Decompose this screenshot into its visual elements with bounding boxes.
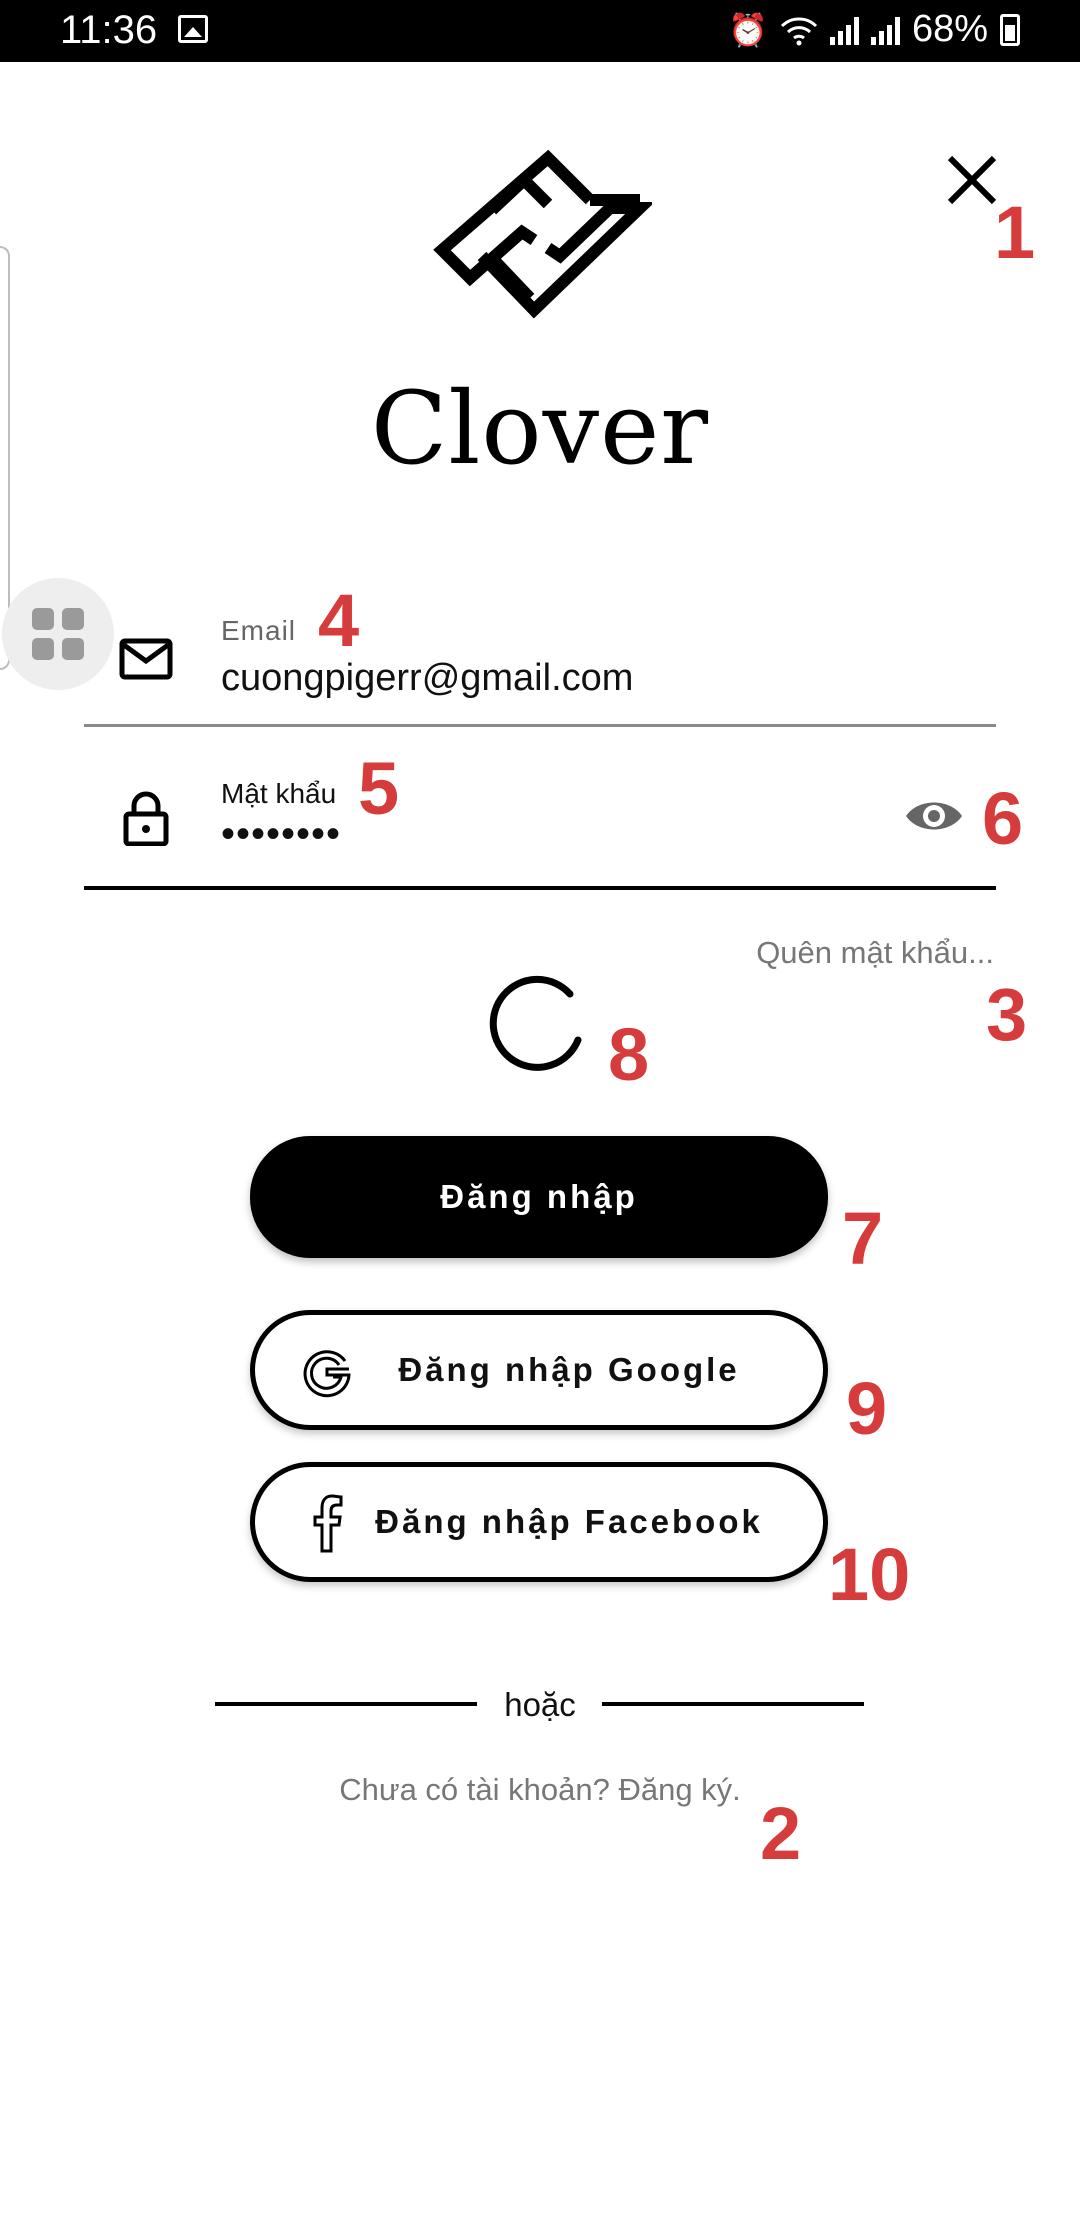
apps-grid-icon bbox=[32, 608, 54, 630]
apps-grid-icon-cell bbox=[62, 608, 84, 630]
annotation-10: 10 bbox=[828, 1533, 911, 1616]
spinner-icon bbox=[489, 975, 582, 1071]
forgot-password-link[interactable]: Quên mật khẩu... bbox=[756, 935, 994, 971]
wifi-icon bbox=[780, 16, 817, 45]
status-indicators: ⏰ 68% bbox=[728, 8, 1020, 51]
mail-icon bbox=[119, 638, 173, 680]
signal-icon bbox=[829, 15, 859, 45]
password-input[interactable]: •••••••• bbox=[221, 812, 341, 857]
signup-link[interactable]: Chưa có tài khoản? Đăng ký. bbox=[0, 1772, 1080, 1808]
divider-line-right bbox=[602, 1702, 864, 1706]
annotation-1: 1 bbox=[994, 191, 1036, 274]
brand-name: Clover bbox=[370, 370, 710, 487]
facebook-button-label: Đăng nhập Facebook bbox=[375, 1503, 763, 1540]
login-button[interactable]: Đăng nhập bbox=[250, 1136, 828, 1258]
facebook-login-button[interactable]: Đăng nhập Facebook bbox=[250, 1462, 828, 1582]
email-field[interactable]: Email cuongpigerr@gmail.com bbox=[84, 595, 996, 727]
battery-percent: 68% bbox=[911, 8, 988, 50]
annotation-4: 4 bbox=[318, 579, 360, 662]
annotation-6: 6 bbox=[982, 777, 1024, 860]
clover-logo-icon bbox=[433, 149, 652, 319]
password-field[interactable]: Mật khẩu •••••••• bbox=[84, 750, 996, 890]
battery-icon bbox=[1000, 13, 1020, 46]
status-bar: 11:36 ⏰ 68% bbox=[0, 0, 1080, 62]
annotation-7: 7 bbox=[842, 1197, 884, 1280]
lock-icon bbox=[123, 791, 169, 846]
eye-icon[interactable] bbox=[904, 794, 964, 838]
annotation-2: 2 bbox=[760, 1792, 802, 1875]
status-time: 11:36 bbox=[60, 8, 158, 52]
apps-grid-icon-cell bbox=[32, 638, 54, 660]
annotation-8: 8 bbox=[608, 1013, 650, 1096]
divider-text: hoặc bbox=[504, 1686, 576, 1723]
facebook-icon bbox=[313, 1494, 343, 1553]
annotation-3: 3 bbox=[986, 973, 1028, 1056]
email-input[interactable]: cuongpigerr@gmail.com bbox=[221, 657, 633, 700]
google-login-button[interactable]: Đăng nhập Google bbox=[250, 1310, 828, 1430]
gallery-icon bbox=[178, 15, 208, 43]
login-button-label: Đăng nhập bbox=[440, 1178, 638, 1215]
signal-icon-2 bbox=[870, 15, 900, 45]
google-icon bbox=[303, 1350, 351, 1398]
annotation-5: 5 bbox=[358, 747, 400, 830]
annotation-9: 9 bbox=[846, 1367, 888, 1450]
email-label: Email bbox=[221, 615, 297, 646]
alarm-icon: ⏰ bbox=[728, 11, 768, 48]
google-button-label: Đăng nhập Google bbox=[398, 1351, 740, 1388]
apps-grid-icon-cell bbox=[62, 638, 84, 660]
password-label: Mật khẩu bbox=[221, 778, 337, 809]
